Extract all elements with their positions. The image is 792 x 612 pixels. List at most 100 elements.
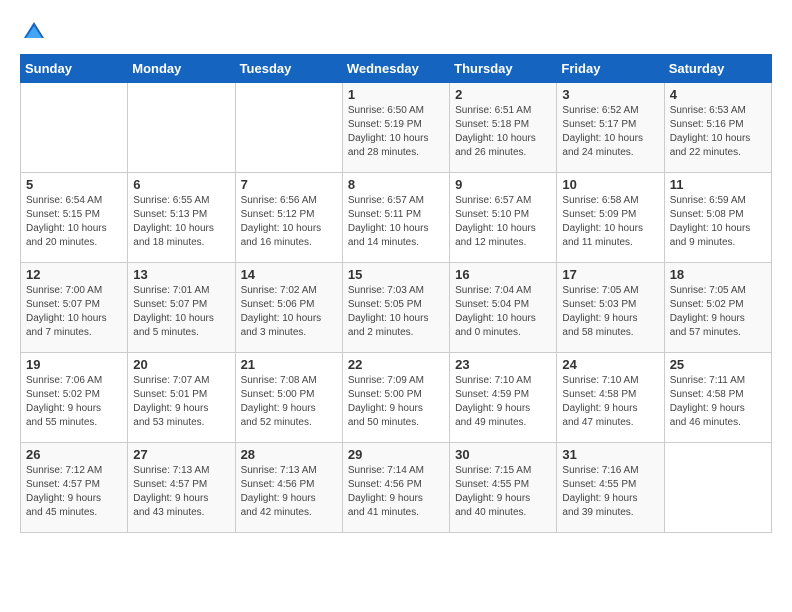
day-number: 14 — [241, 267, 337, 282]
calendar-cell: 31 Sunrise: 7:16 AM Sunset: 4:55 PM Dayli… — [557, 443, 664, 533]
day-info: Sunrise: 7:05 AM Sunset: 5:02 PM Dayligh… — [670, 284, 766, 340]
calendar-week-row: 26 Sunrise: 7:12 AM Sunset: 4:57 PM Dayli… — [21, 443, 772, 533]
calendar-cell: 17 Sunrise: 7:05 AM Sunset: 5:03 PM Dayli… — [557, 263, 664, 353]
day-info: Sunrise: 6:57 AM Sunset: 5:11 PM Dayligh… — [348, 194, 444, 250]
day-number: 16 — [455, 267, 551, 282]
page-header — [20, 20, 772, 44]
day-number: 26 — [26, 447, 122, 462]
logo — [20, 20, 46, 44]
calendar-cell: 2 Sunrise: 6:51 AM Sunset: 5:18 PM Daylig… — [450, 83, 557, 173]
day-number: 28 — [241, 447, 337, 462]
calendar-cell: 8 Sunrise: 6:57 AM Sunset: 5:11 PM Daylig… — [342, 173, 449, 263]
day-number: 22 — [348, 357, 444, 372]
calendar-cell: 27 Sunrise: 7:13 AM Sunset: 4:57 PM Dayli… — [128, 443, 235, 533]
day-number: 31 — [562, 447, 658, 462]
day-number: 25 — [670, 357, 766, 372]
calendar-cell: 25 Sunrise: 7:11 AM Sunset: 4:58 PM Dayli… — [664, 353, 771, 443]
day-info: Sunrise: 7:11 AM Sunset: 4:58 PM Dayligh… — [670, 374, 766, 430]
day-info: Sunrise: 7:12 AM Sunset: 4:57 PM Dayligh… — [26, 464, 122, 520]
day-info: Sunrise: 6:53 AM Sunset: 5:16 PM Dayligh… — [670, 104, 766, 160]
calendar-cell: 23Sunrise: 7:10 AM Sunset: 4:59 PM Dayli… — [450, 353, 557, 443]
day-number: 10 — [562, 177, 658, 192]
day-info: Sunrise: 7:10 AM Sunset: 4:59 PM Dayligh… — [455, 374, 551, 430]
calendar-cell: 22 Sunrise: 7:09 AM Sunset: 5:00 PM Dayli… — [342, 353, 449, 443]
calendar-cell: 4 Sunrise: 6:53 AM Sunset: 5:16 PM Daylig… — [664, 83, 771, 173]
calendar-cell: 14 Sunrise: 7:02 AM Sunset: 5:06 PM Dayli… — [235, 263, 342, 353]
day-info: Sunrise: 7:04 AM Sunset: 5:04 PM Dayligh… — [455, 284, 551, 340]
day-info: Sunrise: 7:16 AM Sunset: 4:55 PM Dayligh… — [562, 464, 658, 520]
day-info: Sunrise: 6:59 AM Sunset: 5:08 PM Dayligh… — [670, 194, 766, 250]
calendar-cell: 29 Sunrise: 7:14 AM Sunset: 4:56 PM Dayli… — [342, 443, 449, 533]
day-number: 20 — [133, 357, 229, 372]
calendar-week-row: 1 Sunrise: 6:50 AM Sunset: 5:19 PM Daylig… — [21, 83, 772, 173]
calendar-cell: 28Sunrise: 7:13 AM Sunset: 4:56 PM Dayli… — [235, 443, 342, 533]
calendar-header-wednesday: Wednesday — [342, 55, 449, 83]
calendar-week-row: 12 Sunrise: 7:00 AM Sunset: 5:07 PM Dayli… — [21, 263, 772, 353]
calendar-cell: 26 Sunrise: 7:12 AM Sunset: 4:57 PM Dayli… — [21, 443, 128, 533]
calendar-cell: 24Sunrise: 7:10 AM Sunset: 4:58 PM Dayli… — [557, 353, 664, 443]
calendar-header-friday: Friday — [557, 55, 664, 83]
day-info: Sunrise: 6:50 AM Sunset: 5:19 PM Dayligh… — [348, 104, 444, 160]
day-info: Sunrise: 7:05 AM Sunset: 5:03 PM Dayligh… — [562, 284, 658, 340]
day-number: 15 — [348, 267, 444, 282]
calendar-cell: 12 Sunrise: 7:00 AM Sunset: 5:07 PM Dayli… — [21, 263, 128, 353]
calendar-cell — [664, 443, 771, 533]
day-info: Sunrise: 6:51 AM Sunset: 5:18 PM Dayligh… — [455, 104, 551, 160]
calendar-cell: 13 Sunrise: 7:01 AM Sunset: 5:07 PM Dayli… — [128, 263, 235, 353]
day-info: Sunrise: 6:56 AM Sunset: 5:12 PM Dayligh… — [241, 194, 337, 250]
day-number: 3 — [562, 87, 658, 102]
day-number: 12 — [26, 267, 122, 282]
day-number: 21 — [241, 357, 337, 372]
calendar-table: SundayMondayTuesdayWednesdayThursdayFrid… — [20, 54, 772, 533]
day-number: 30 — [455, 447, 551, 462]
calendar-cell: 9 Sunrise: 6:57 AM Sunset: 5:10 PM Daylig… — [450, 173, 557, 263]
calendar-cell — [21, 83, 128, 173]
calendar-cell: 10Sunrise: 6:58 AM Sunset: 5:09 PM Dayli… — [557, 173, 664, 263]
day-info: Sunrise: 7:09 AM Sunset: 5:00 PM Dayligh… — [348, 374, 444, 430]
calendar-cell — [128, 83, 235, 173]
day-number: 13 — [133, 267, 229, 282]
day-number: 24 — [562, 357, 658, 372]
calendar-cell: 19Sunrise: 7:06 AM Sunset: 5:02 PM Dayli… — [21, 353, 128, 443]
day-number: 27 — [133, 447, 229, 462]
day-number: 7 — [241, 177, 337, 192]
calendar-cell: 7 Sunrise: 6:56 AM Sunset: 5:12 PM Daylig… — [235, 173, 342, 263]
calendar-cell: 16 Sunrise: 7:04 AM Sunset: 5:04 PM Dayli… — [450, 263, 557, 353]
day-info: Sunrise: 6:52 AM Sunset: 5:17 PM Dayligh… — [562, 104, 658, 160]
day-info: Sunrise: 7:08 AM Sunset: 5:00 PM Dayligh… — [241, 374, 337, 430]
day-info: Sunrise: 6:55 AM Sunset: 5:13 PM Dayligh… — [133, 194, 229, 250]
day-number: 17 — [562, 267, 658, 282]
calendar-cell — [235, 83, 342, 173]
calendar-cell: 5Sunrise: 6:54 AM Sunset: 5:15 PM Daylig… — [21, 173, 128, 263]
day-info: Sunrise: 7:07 AM Sunset: 5:01 PM Dayligh… — [133, 374, 229, 430]
day-number: 6 — [133, 177, 229, 192]
calendar-cell: 11Sunrise: 6:59 AM Sunset: 5:08 PM Dayli… — [664, 173, 771, 263]
day-info: Sunrise: 7:06 AM Sunset: 5:02 PM Dayligh… — [26, 374, 122, 430]
calendar-header-tuesday: Tuesday — [235, 55, 342, 83]
day-info: Sunrise: 7:13 AM Sunset: 4:57 PM Dayligh… — [133, 464, 229, 520]
calendar-cell: 6 Sunrise: 6:55 AM Sunset: 5:13 PM Daylig… — [128, 173, 235, 263]
day-number: 4 — [670, 87, 766, 102]
calendar-cell: 30 Sunrise: 7:15 AM Sunset: 4:55 PM Dayli… — [450, 443, 557, 533]
calendar-week-row: 5Sunrise: 6:54 AM Sunset: 5:15 PM Daylig… — [21, 173, 772, 263]
calendar-header-row: SundayMondayTuesdayWednesdayThursdayFrid… — [21, 55, 772, 83]
day-info: Sunrise: 7:14 AM Sunset: 4:56 PM Dayligh… — [348, 464, 444, 520]
calendar-cell: 20 Sunrise: 7:07 AM Sunset: 5:01 PM Dayli… — [128, 353, 235, 443]
day-info: Sunrise: 7:00 AM Sunset: 5:07 PM Dayligh… — [26, 284, 122, 340]
day-number: 2 — [455, 87, 551, 102]
day-number: 29 — [348, 447, 444, 462]
day-info: Sunrise: 6:54 AM Sunset: 5:15 PM Dayligh… — [26, 194, 122, 250]
day-info: Sunrise: 7:02 AM Sunset: 5:06 PM Dayligh… — [241, 284, 337, 340]
day-info: Sunrise: 7:01 AM Sunset: 5:07 PM Dayligh… — [133, 284, 229, 340]
day-number: 8 — [348, 177, 444, 192]
day-number: 1 — [348, 87, 444, 102]
day-info: Sunrise: 7:15 AM Sunset: 4:55 PM Dayligh… — [455, 464, 551, 520]
calendar-cell: 21 Sunrise: 7:08 AM Sunset: 5:00 PM Dayli… — [235, 353, 342, 443]
day-number: 9 — [455, 177, 551, 192]
calendar-cell: 15 Sunrise: 7:03 AM Sunset: 5:05 PM Dayli… — [342, 263, 449, 353]
calendar-cell: 18 Sunrise: 7:05 AM Sunset: 5:02 PM Dayli… — [664, 263, 771, 353]
day-info: Sunrise: 6:57 AM Sunset: 5:10 PM Dayligh… — [455, 194, 551, 250]
day-info: Sunrise: 7:03 AM Sunset: 5:05 PM Dayligh… — [348, 284, 444, 340]
day-number: 18 — [670, 267, 766, 282]
calendar-header-monday: Monday — [128, 55, 235, 83]
